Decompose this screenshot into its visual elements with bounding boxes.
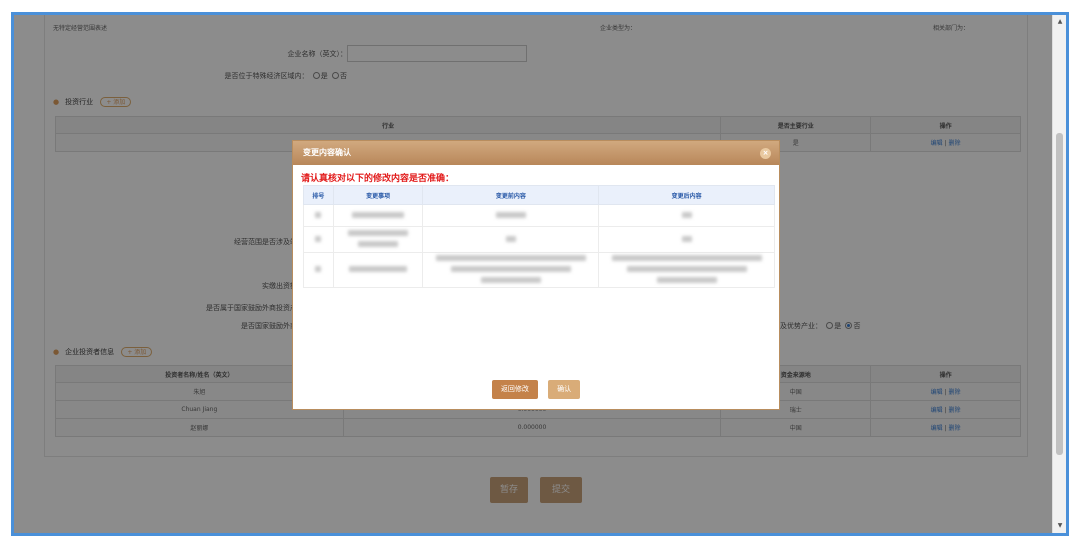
before-column-header: 变更前内容	[422, 185, 600, 205]
after-cell	[598, 204, 775, 227]
before-cell	[422, 226, 600, 253]
item-cell	[332, 204, 424, 227]
page-viewport: 无特定经营范围表述 企业类型为： 相关部门为： 企业名称（英文）： 是否位于特殊…	[14, 15, 1052, 533]
back-to-edit-button[interactable]: 返回修改	[491, 380, 538, 399]
change-table: 排号 变更事项 变更前内容 变更后内容	[303, 185, 775, 288]
seq-column-header: 排号	[303, 185, 334, 205]
before-cell	[422, 252, 600, 288]
item-cell	[332, 252, 424, 288]
modal-header: 变更内容确认 ×	[293, 141, 779, 165]
scroll-up-icon[interactable]: ▲	[1053, 15, 1066, 29]
after-cell	[598, 226, 775, 253]
scroll-down-icon[interactable]: ▼	[1053, 519, 1066, 533]
modal-title: 变更内容确认	[303, 148, 351, 157]
after-cell	[598, 252, 775, 288]
scroll-thumb[interactable]	[1056, 133, 1063, 455]
item-column-header: 变更事项	[332, 185, 424, 205]
modal-notice: 请认真核对以下的修改内容是否准确：	[301, 174, 455, 184]
modal-footer: 返回修改 确认	[293, 380, 779, 399]
seq-cell	[303, 204, 334, 227]
after-column-header: 变更后内容	[598, 185, 775, 205]
confirm-button[interactable]: 确认	[548, 380, 581, 399]
table-row	[303, 204, 775, 227]
before-cell	[422, 204, 600, 227]
seq-cell	[303, 226, 334, 253]
seq-cell	[303, 252, 334, 288]
table-row	[303, 226, 775, 253]
browser-frame: 无特定经营范围表述 企业类型为： 相关部门为： 企业名称（英文）： 是否位于特殊…	[11, 12, 1069, 536]
item-cell	[332, 226, 424, 253]
change-confirm-modal: 变更内容确认 × 请认真核对以下的修改内容是否准确： 排号 变更事项 变更前内容…	[292, 140, 780, 410]
vertical-scrollbar[interactable]: ▲ ▼	[1052, 15, 1066, 533]
table-row	[303, 252, 775, 288]
close-icon[interactable]: ×	[760, 148, 771, 159]
page-content: 无特定经营范围表述 企业类型为： 相关部门为： 企业名称（英文）： 是否位于特殊…	[14, 15, 1052, 533]
